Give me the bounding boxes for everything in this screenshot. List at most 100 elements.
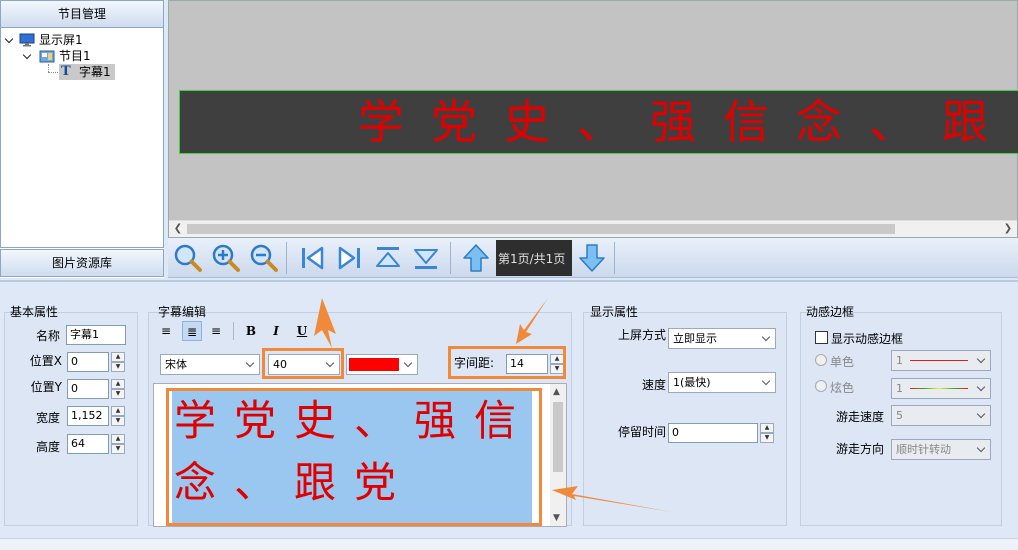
- multi-color-radio[interactable]: [815, 380, 827, 392]
- scrollbar-thumb[interactable]: [187, 224, 895, 234]
- mono-color-label: 单色: [830, 355, 855, 369]
- travel-direction-label: 游走方向: [835, 442, 884, 456]
- stay-time-stepper[interactable]: ▲ ▼: [760, 423, 774, 443]
- position-y-stepper[interactable]: ▲ ▼: [111, 379, 125, 399]
- dropdown-arrow-icon: [976, 409, 986, 419]
- display-mode-label: 上屏方式: [617, 328, 666, 342]
- position-y-label: 位置Y: [30, 380, 62, 394]
- program-management-header[interactable]: 节目管理: [0, 0, 164, 28]
- mono-color-select[interactable]: 1: [891, 350, 991, 371]
- image-library-header[interactable]: 图片资源库: [0, 249, 164, 277]
- tree-node-program[interactable]: 节目1: [23, 48, 143, 64]
- align-right-icon[interactable]: ≡: [206, 321, 226, 341]
- move-down-icon[interactable]: [576, 242, 608, 274]
- position-x-field[interactable]: 0: [67, 352, 109, 372]
- dropdown-arrow-icon: [976, 382, 986, 392]
- italic-button[interactable]: I: [266, 321, 286, 341]
- editor-scrollbar[interactable]: ▲ ▼: [550, 384, 566, 526]
- tree-label-program: 节目1: [59, 49, 91, 63]
- collapse-icon[interactable]: [23, 51, 33, 61]
- font-family-value: 宋体: [165, 358, 187, 371]
- scroll-right-icon[interactable]: ❯: [1001, 222, 1015, 236]
- travel-direction-select[interactable]: 顺时针转动: [891, 439, 991, 460]
- stay-time-label: 停留时间: [617, 425, 666, 439]
- travel-speed-select[interactable]: 5: [891, 405, 991, 426]
- multi-color-label: 炫色: [830, 381, 855, 395]
- editor-highlight-box: [166, 388, 542, 526]
- program-panel: 节目管理 显示屏1 节目1 T 字幕1 图片资源库: [0, 0, 164, 278]
- tree-node-screen[interactable]: 显示屏1: [5, 32, 125, 48]
- multi-color-select[interactable]: 1: [891, 378, 991, 399]
- dropdown-arrow-icon: [403, 358, 413, 368]
- display-properties-title: 显示属性: [590, 305, 639, 319]
- mono-line-preview: [910, 360, 968, 361]
- tree-label-screen: 显示屏1: [39, 33, 83, 47]
- show-border-label: 显示动感边框: [831, 332, 904, 346]
- position-x-label: 位置X: [29, 354, 62, 368]
- width-field[interactable]: 1,152: [67, 406, 109, 426]
- first-page-icon[interactable]: [296, 242, 328, 274]
- move-bottom-icon[interactable]: [410, 242, 442, 274]
- dropdown-arrow-icon: [976, 354, 986, 364]
- width-stepper[interactable]: ▲ ▼: [111, 406, 125, 426]
- move-up-icon[interactable]: [460, 242, 492, 274]
- preview-area: 学党史、强信念、跟党 ❮ ❯: [168, 0, 1018, 238]
- led-display-area[interactable]: 学党史、强信念、跟党: [179, 90, 1018, 154]
- speed-label: 速度: [641, 378, 666, 392]
- toolbar-separator: [286, 242, 287, 274]
- format-separator: [233, 322, 234, 340]
- tree-node-subtitle[interactable]: T 字幕1: [59, 64, 115, 80]
- dropdown-arrow-icon: [761, 376, 771, 386]
- page-indicator: 第1页/共1页: [496, 240, 572, 276]
- travel-speed-value: 5: [896, 409, 903, 422]
- position-y-field[interactable]: 0: [67, 379, 109, 399]
- height-stepper[interactable]: ▲ ▼: [111, 434, 125, 454]
- mono-color-value: 1: [896, 354, 903, 367]
- dropdown-arrow-icon: [761, 332, 771, 342]
- name-field[interactable]: 字幕1: [66, 325, 126, 345]
- properties-panel: 基本属性 名称 字幕1 位置X 0 ▲ ▼ 位置Y 0 ▲ ▼ 宽度 1,152 ▲…: [0, 280, 1018, 538]
- last-page-icon[interactable]: [334, 242, 366, 274]
- travel-speed-label: 游走速度: [835, 410, 884, 424]
- font-color-select[interactable]: [346, 354, 418, 375]
- scroll-left-icon[interactable]: ❮: [171, 222, 185, 236]
- font-family-select[interactable]: 宋体: [160, 354, 260, 375]
- color-swatch: [349, 358, 399, 371]
- height-field[interactable]: 64: [67, 434, 109, 454]
- zoom-out-icon[interactable]: [248, 242, 280, 274]
- bold-button[interactable]: B: [241, 321, 261, 341]
- position-x-stepper[interactable]: ▲ ▼: [111, 352, 125, 372]
- scroll-down-icon[interactable]: ▼: [553, 513, 560, 523]
- dropdown-arrow-icon: [976, 443, 986, 453]
- screen-icon: [19, 33, 35, 47]
- stay-time-field[interactable]: 0: [668, 423, 758, 443]
- width-label: 宽度: [35, 411, 60, 425]
- scroll-up-icon[interactable]: ▲: [553, 387, 560, 397]
- program-icon: [39, 50, 55, 63]
- mono-color-radio[interactable]: [815, 354, 827, 366]
- speed-select[interactable]: 1(最快): [668, 372, 776, 393]
- page-indicator-text: 第1页/共1页: [498, 252, 566, 266]
- display-mode-select[interactable]: 立即显示: [668, 328, 776, 349]
- toolbar-separator: [450, 242, 451, 274]
- align-left-icon[interactable]: ≡: [156, 321, 176, 341]
- show-border-checkbox[interactable]: [815, 331, 828, 344]
- text-icon: T: [61, 64, 71, 79]
- zoom-in-icon[interactable]: [210, 242, 242, 274]
- font-size-highlight-box: [262, 348, 344, 379]
- tree-line: [48, 72, 58, 73]
- underline-button[interactable]: U: [292, 321, 312, 341]
- align-center-icon[interactable]: ≣: [182, 321, 202, 341]
- horizontal-scrollbar[interactable]: ❮ ❯: [169, 220, 1017, 237]
- speed-value: 1(最快): [673, 376, 711, 389]
- tree-label-subtitle: 字幕1: [79, 65, 111, 79]
- led-preview-text: 学党史、强信念、跟党: [358, 95, 1018, 149]
- move-top-icon[interactable]: [372, 242, 404, 274]
- collapse-icon[interactable]: [5, 35, 15, 45]
- display-mode-value: 立即显示: [673, 332, 717, 345]
- status-bar: [0, 538, 1018, 550]
- zoom-fit-icon[interactable]: [172, 242, 204, 274]
- editor-scrollbar-thumb[interactable]: [553, 402, 563, 472]
- subtitle-edit-title: 字幕编辑: [158, 305, 207, 319]
- char-spacing-highlight-box: [448, 346, 566, 379]
